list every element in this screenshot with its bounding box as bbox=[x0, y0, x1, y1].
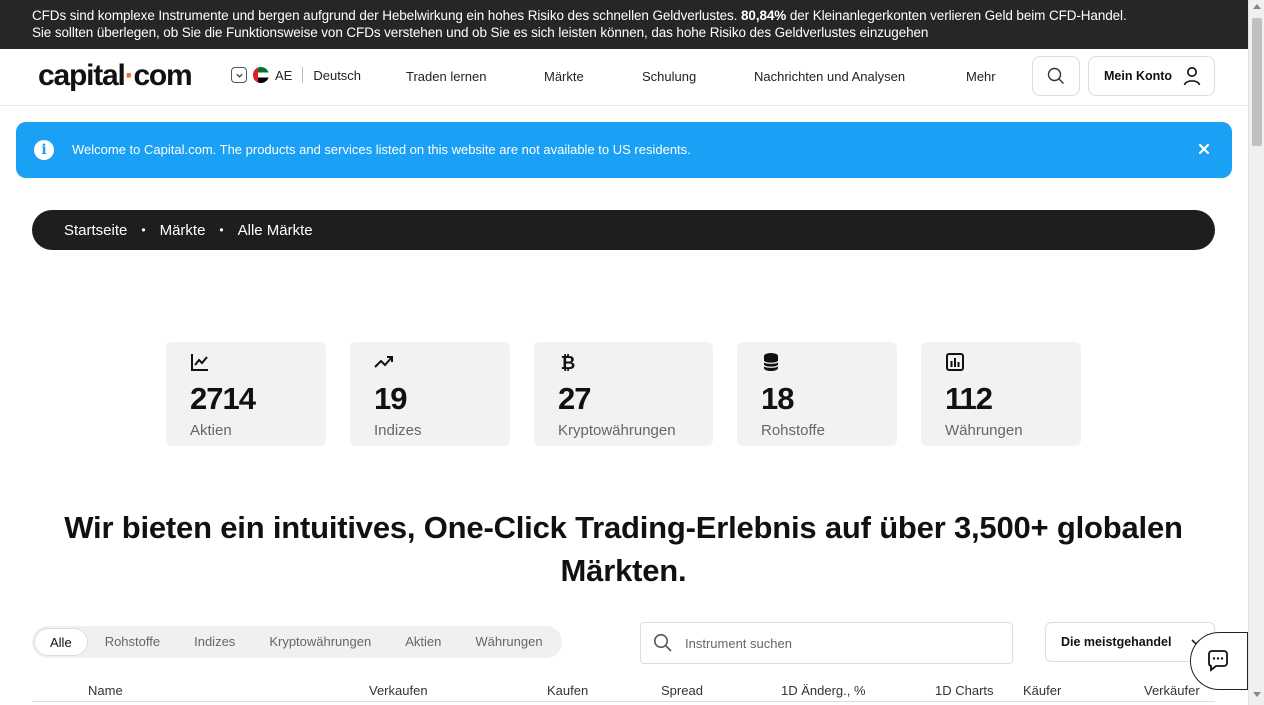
language-region-selector[interactable]: AE Deutsch bbox=[231, 67, 361, 83]
nav-mehr[interactable]: Mehr bbox=[966, 69, 996, 84]
tab-waehrungen[interactable]: Währungen bbox=[458, 628, 559, 656]
breadcrumb-separator: • bbox=[219, 223, 224, 237]
column-kaufen[interactable]: Kaufen bbox=[547, 683, 588, 698]
markets-table-header: Name Verkaufen Kaufen Spread 1D Änderg.,… bbox=[32, 680, 1215, 702]
logo-text-right: com bbox=[133, 59, 192, 92]
divider bbox=[302, 67, 304, 83]
nav-schulung[interactable]: Schulung bbox=[642, 69, 696, 84]
page-scrollbar[interactable] bbox=[1248, 0, 1264, 705]
column-name[interactable]: Name bbox=[88, 683, 123, 698]
scroll-down-arrow[interactable] bbox=[1253, 692, 1261, 697]
column-1d-charts: 1D Charts bbox=[935, 683, 994, 698]
stat-label: Indizes bbox=[374, 422, 422, 439]
search-icon bbox=[654, 634, 672, 652]
us-residents-info-banner: i Welcome to Capital.com. The products a… bbox=[16, 122, 1232, 178]
instrument-search-box bbox=[640, 622, 1013, 664]
chevron-down-icon bbox=[231, 67, 247, 83]
stat-count: 2714 bbox=[190, 381, 256, 416]
risk-percentage: 80,84% bbox=[741, 8, 787, 23]
search-icon bbox=[1047, 67, 1064, 84]
tab-indizes[interactable]: Indizes bbox=[177, 628, 252, 656]
column-spread[interactable]: Spread bbox=[661, 683, 703, 698]
stocks-chart-icon bbox=[191, 354, 208, 371]
bar-chart-icon bbox=[946, 353, 964, 371]
scroll-up-arrow[interactable] bbox=[1253, 4, 1261, 9]
breadcrumb-startseite[interactable]: Startseite bbox=[64, 222, 127, 239]
risk-warning-line-2: Sie sollten überlegen, ob Sie die Funkti… bbox=[32, 25, 929, 40]
column-verkaeufer[interactable]: Verkäufer bbox=[1144, 683, 1200, 698]
stat-card-aktien[interactable]: 2714 Aktien bbox=[166, 342, 326, 446]
nav-maerkte[interactable]: Märkte bbox=[544, 69, 584, 84]
breadcrumb-alle-maerkte: Alle Märkte bbox=[237, 221, 313, 239]
stat-card-waehrungen[interactable]: 112 Währungen bbox=[921, 342, 1081, 446]
stat-count: 112 bbox=[945, 381, 993, 416]
column-1d-change[interactable]: 1D Änderg., % bbox=[781, 683, 866, 698]
stat-card-indizes[interactable]: 19 Indizes bbox=[350, 342, 510, 446]
account-label: Mein Konto bbox=[1104, 69, 1173, 83]
header-search-button[interactable] bbox=[1032, 56, 1080, 96]
stat-count: 18 bbox=[761, 381, 794, 416]
stat-label: Währungen bbox=[945, 422, 1023, 439]
markets-headline: Wir bieten ein intuitives, One-Click Tra… bbox=[32, 506, 1215, 592]
breadcrumb: Startseite • Märkte • Alle Märkte bbox=[32, 210, 1215, 250]
sort-selected-value: Die meistgehandel bbox=[1061, 635, 1172, 649]
risk-warning-line-1: CFDs sind komplexe Instrumente und berge… bbox=[32, 7, 1248, 24]
stat-card-kryptowaehrungen[interactable]: ₿ 27 Kryptowährungen bbox=[534, 342, 713, 446]
info-message: Welcome to Capital.com. The products and… bbox=[72, 142, 691, 157]
stat-card-rohstoffe[interactable]: 18 Rohstoffe bbox=[737, 342, 897, 446]
stat-label: Kryptowährungen bbox=[558, 422, 676, 439]
svg-text:₿: ₿ bbox=[561, 353, 576, 372]
capital-com-logo[interactable]: capital·com bbox=[38, 59, 193, 93]
user-icon bbox=[1183, 67, 1201, 86]
bitcoin-icon: ₿ bbox=[561, 353, 576, 374]
trending-up-icon bbox=[374, 356, 393, 368]
tab-alle[interactable]: Alle bbox=[34, 628, 88, 656]
site-header: capital·com AE Deutsch Traden lernen Mär… bbox=[0, 49, 1248, 106]
risk-text-part-2: der Kleinanlegerkonten verlieren Geld be… bbox=[786, 8, 1127, 23]
chat-bubble-icon bbox=[1208, 650, 1228, 672]
language-label: Deutsch bbox=[313, 67, 362, 83]
uae-flag-icon bbox=[253, 67, 269, 83]
stat-count: 19 bbox=[374, 381, 407, 416]
risk-warning-banner: CFDs sind komplexe Instrumente und berge… bbox=[0, 0, 1248, 49]
tab-kryptowaehrungen[interactable]: Kryptowährungen bbox=[252, 628, 388, 656]
region-code: AE bbox=[275, 67, 293, 83]
market-filter-tabs: Alle Rohstoffe Indizes Kryptowährungen A… bbox=[32, 626, 562, 658]
instrument-search-input[interactable] bbox=[685, 635, 985, 651]
risk-text-part-1: CFDs sind komplexe Instrumente und berge… bbox=[32, 8, 741, 23]
tab-rohstoffe[interactable]: Rohstoffe bbox=[88, 628, 177, 656]
breadcrumb-maerkte[interactable]: Märkte bbox=[160, 222, 206, 239]
headline-line-1: Wir bieten ein intuitives, One-Click Tra… bbox=[64, 510, 1183, 545]
stat-label: Rohstoffe bbox=[761, 422, 825, 439]
my-account-button[interactable]: Mein Konto bbox=[1088, 56, 1215, 96]
column-verkaufen[interactable]: Verkaufen bbox=[369, 683, 428, 698]
stat-label: Aktien bbox=[190, 422, 232, 439]
close-icon[interactable] bbox=[1196, 141, 1212, 157]
tab-aktien[interactable]: Aktien bbox=[388, 628, 458, 656]
breadcrumb-separator: • bbox=[141, 223, 146, 237]
page: CFDs sind komplexe Instrumente und berge… bbox=[0, 0, 1264, 705]
stat-count: 27 bbox=[558, 381, 591, 416]
nav-nachrichten-analysen[interactable]: Nachrichten und Analysen bbox=[754, 69, 905, 84]
logo-text-left: capital bbox=[38, 59, 126, 92]
scrollbar-thumb[interactable] bbox=[1252, 18, 1262, 146]
nav-traden-lernen[interactable]: Traden lernen bbox=[406, 69, 486, 84]
info-icon: i bbox=[34, 140, 54, 160]
headline-line-2: Märkten. bbox=[560, 553, 687, 588]
coins-stack-icon bbox=[763, 353, 779, 371]
column-kaeufer[interactable]: Käufer bbox=[1023, 683, 1061, 698]
